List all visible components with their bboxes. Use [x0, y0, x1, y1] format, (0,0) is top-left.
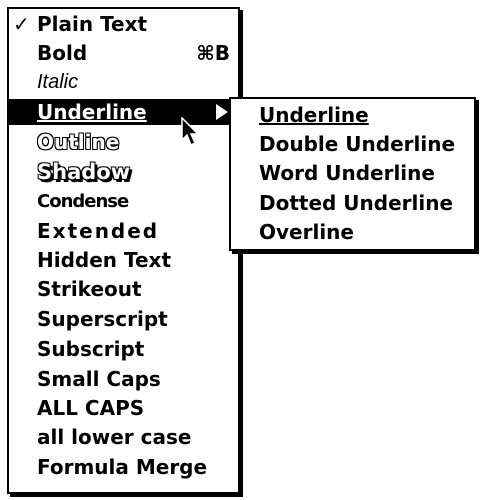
menu-item-label: Superscript — [37, 307, 168, 331]
submenu-arrow-icon — [216, 104, 228, 120]
menu-item-strikeout[interactable]: Strikeout — [9, 276, 238, 302]
submenu-item-label: Double Underline — [259, 132, 456, 156]
submenu-item-label: Overline — [259, 220, 354, 244]
submenu-item-label: Word Underline — [259, 161, 435, 185]
submenu-item-double-underline[interactable]: Double Underline — [231, 130, 474, 159]
submenu-item-label: Underline — [259, 103, 369, 127]
menu-item-label: Italic — [37, 71, 79, 93]
menu-item-label: Bold — [37, 41, 88, 65]
menu-item-formula-merge[interactable]: Formula Merge — [9, 454, 238, 480]
menu-item-shadow[interactable]: Shadow — [9, 159, 238, 185]
menu-item-label: Shadow — [37, 160, 131, 184]
menu-item-all-caps[interactable]: ALL CAPS — [9, 395, 238, 421]
menu-item-label: Outline — [37, 130, 120, 154]
submenu-item-dotted-underline[interactable]: Dotted Underline — [231, 189, 474, 218]
menu-item-outline[interactable]: Outline — [9, 129, 238, 155]
arrow-cursor-icon — [181, 117, 200, 147]
submenu-item-overline[interactable]: Overline — [231, 218, 474, 247]
menu-item-label: Subscript — [37, 337, 145, 361]
menu-item-label: Formula Merge — [37, 455, 208, 479]
submenu-item-word-underline[interactable]: Word Underline — [231, 159, 474, 188]
menu-item-label: Plain Text — [37, 12, 148, 36]
menu-item-label: ALL CAPS — [37, 396, 145, 420]
menu-item-extended[interactable]: Extended — [9, 218, 238, 244]
menu-item-label: Hidden Text — [37, 248, 172, 272]
menu-item-superscript[interactable]: Superscript — [9, 306, 238, 332]
submenu-item-label: Dotted Underline — [259, 191, 454, 215]
menu-item-hidden-text[interactable]: Hidden Text — [9, 247, 238, 273]
menu-item-label: Extended — [37, 219, 160, 243]
menu-item-underline[interactable]: Underline — [9, 99, 238, 125]
menu-item-all-lower-case[interactable]: all lower case — [9, 424, 238, 450]
menu-item-label: Underline — [37, 100, 147, 124]
menu-item-plain-text[interactable]: ✓ Plain Text — [9, 11, 238, 37]
checkmark-icon: ✓ — [13, 12, 30, 36]
menu-item-condense[interactable]: Condense — [9, 189, 238, 215]
menu-item-bold[interactable]: Bold ⌘B — [9, 40, 238, 66]
underline-submenu: Underline Double Underline Word Underlin… — [229, 97, 476, 251]
menu-item-small-caps[interactable]: Small Caps — [9, 366, 238, 392]
menu-item-label: Small Caps — [37, 367, 161, 391]
submenu-item-underline[interactable]: Underline — [231, 101, 474, 130]
format-style-menu: ✓ Plain Text Bold ⌘B Italic Underline Ou… — [7, 7, 240, 494]
menu-item-label: Strikeout — [37, 277, 142, 301]
menu-item-subscript[interactable]: Subscript — [9, 336, 238, 362]
menu-item-italic[interactable]: Italic — [9, 69, 238, 95]
menu-item-label: all lower case — [37, 425, 192, 449]
menu-item-label: Condense — [37, 191, 129, 212]
shortcut-label: ⌘B — [196, 41, 230, 65]
